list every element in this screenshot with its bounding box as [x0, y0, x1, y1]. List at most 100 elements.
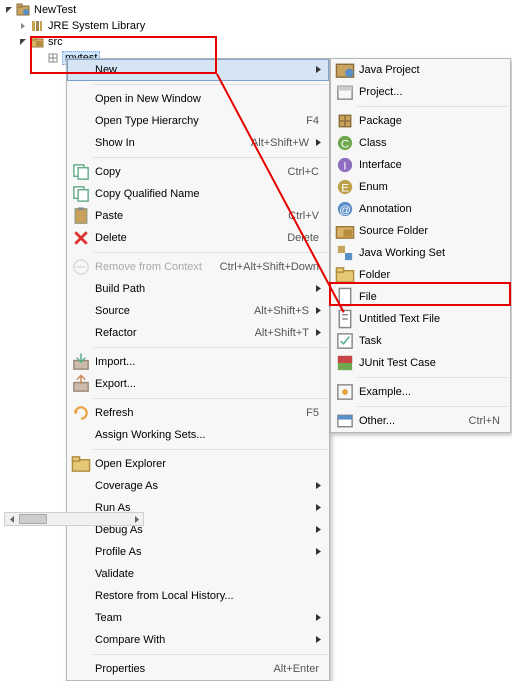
submenu-item-package[interactable]: Package: [331, 110, 510, 132]
menu-item-compare-with[interactable]: Compare With: [67, 629, 329, 651]
menu-separator: [93, 654, 327, 655]
menu-item-remove-context: Remove from ContextCtrl+Alt+Shift+Down: [67, 256, 329, 278]
menu-item-open-new-window[interactable]: Open in New Window: [67, 88, 329, 110]
java-project-icon: [335, 62, 355, 78]
java-project-icon: [16, 3, 30, 17]
wizard-icon: [335, 413, 355, 429]
menu-separator: [357, 406, 508, 407]
text-file-icon: [335, 311, 355, 327]
folder-icon: [335, 267, 355, 283]
project-icon: [335, 84, 355, 100]
scroll-thumb[interactable]: [19, 514, 47, 524]
menu-item-validate[interactable]: Validate: [67, 563, 329, 585]
import-icon: [71, 354, 91, 370]
menu-item-profile-as[interactable]: Profile As: [67, 541, 329, 563]
copy-qualified-icon: [71, 186, 91, 202]
submenu-arrow-icon: [315, 283, 325, 295]
menu-item-copy[interactable]: CopyCtrl+C: [67, 161, 329, 183]
menu-item-paste[interactable]: PasteCtrl+V: [67, 205, 329, 227]
menu-separator: [93, 157, 327, 158]
submenu-arrow-icon: [315, 327, 325, 339]
menu-item-open-explorer[interactable]: Open Explorer: [67, 453, 329, 475]
context-menu: New Open in New Window Open Type Hierarc…: [66, 58, 330, 681]
menu-item-refactor[interactable]: RefactorAlt+Shift+T: [67, 322, 329, 344]
scroll-right-button[interactable]: [129, 513, 143, 525]
submenu-arrow-icon: [315, 502, 325, 514]
submenu-arrow-icon: [315, 480, 325, 492]
tree-label: NewTest: [32, 4, 78, 16]
junit-icon: [335, 355, 355, 371]
menu-item-new[interactable]: New: [67, 59, 329, 81]
menu-item-open-type-hierarchy[interactable]: Open Type HierarchyF4: [67, 110, 329, 132]
folder-icon: [71, 456, 91, 472]
submenu-item-junit[interactable]: JUnit Test Case: [331, 352, 510, 374]
file-icon: [335, 289, 355, 305]
new-submenu: Java Project Project... Package CClass I…: [330, 58, 511, 433]
source-folder-icon: [335, 223, 355, 239]
scroll-left-button[interactable]: [5, 513, 19, 525]
menu-item-export[interactable]: Export...: [67, 373, 329, 395]
task-icon: [335, 333, 355, 349]
svg-text:@: @: [339, 204, 351, 216]
submenu-item-folder[interactable]: Folder: [331, 264, 510, 286]
menu-item-show-in[interactable]: Show InAlt+Shift+W: [67, 132, 329, 154]
submenu-item-example[interactable]: Example...: [331, 381, 510, 403]
svg-text:C: C: [341, 138, 349, 150]
menu-separator: [93, 398, 327, 399]
menu-separator: [357, 106, 508, 107]
submenu-arrow-icon: [315, 64, 325, 76]
submenu-arrow-icon: [315, 612, 325, 624]
submenu-item-task[interactable]: Task: [331, 330, 510, 352]
submenu-item-untitled-text[interactable]: Untitled Text File: [331, 308, 510, 330]
submenu-item-java-working-set[interactable]: Java Working Set: [331, 242, 510, 264]
menu-item-assign-working-sets[interactable]: Assign Working Sets...: [67, 424, 329, 446]
horizontal-scrollbar[interactable]: [4, 512, 144, 526]
menu-separator: [93, 347, 327, 348]
source-folder-icon: [30, 35, 44, 49]
refresh-icon: [71, 405, 91, 421]
expand-arrow-icon[interactable]: [4, 5, 14, 15]
scroll-track[interactable]: [19, 513, 129, 525]
menu-item-source[interactable]: SourceAlt+Shift+S: [67, 300, 329, 322]
submenu-item-file[interactable]: File: [331, 286, 510, 308]
tree-node-jre[interactable]: JRE System Library: [4, 18, 147, 34]
menu-item-team[interactable]: Team: [67, 607, 329, 629]
collapse-arrow-icon[interactable]: [18, 21, 28, 31]
submenu-item-java-project[interactable]: Java Project: [331, 59, 510, 81]
submenu-item-project[interactable]: Project...: [331, 81, 510, 103]
export-icon: [71, 376, 91, 392]
paste-icon: [71, 208, 91, 224]
svg-text:I: I: [343, 160, 346, 172]
svg-text:E: E: [341, 182, 349, 194]
submenu-arrow-icon: [315, 634, 325, 646]
submenu-item-class[interactable]: CClass: [331, 132, 510, 154]
submenu-item-interface[interactable]: IInterface: [331, 154, 510, 176]
package-icon: [335, 113, 355, 129]
menu-item-import[interactable]: Import...: [67, 351, 329, 373]
menu-item-properties[interactable]: PropertiesAlt+Enter: [67, 658, 329, 680]
submenu-item-enum[interactable]: EEnum: [331, 176, 510, 198]
tree-label: JRE System Library: [46, 20, 147, 32]
menu-item-restore-history[interactable]: Restore from Local History...: [67, 585, 329, 607]
package-explorer-tree: NewTest JRE System Library src mytest: [4, 2, 147, 66]
submenu-item-source-folder[interactable]: Source Folder: [331, 220, 510, 242]
tree-node-project[interactable]: NewTest: [4, 2, 147, 18]
working-set-icon: [335, 245, 355, 261]
class-icon: C: [335, 135, 355, 151]
menu-item-delete[interactable]: DeleteDelete: [67, 227, 329, 249]
interface-icon: I: [335, 157, 355, 173]
tree-node-src[interactable]: src: [4, 34, 147, 50]
package-icon: [46, 51, 60, 65]
enum-icon: E: [335, 179, 355, 195]
expand-arrow-icon[interactable]: [18, 37, 28, 47]
submenu-arrow-icon: [315, 524, 325, 536]
menu-item-refresh[interactable]: RefreshF5: [67, 402, 329, 424]
menu-item-build-path[interactable]: Build Path: [67, 278, 329, 300]
menu-item-copy-qualified[interactable]: Copy Qualified Name: [67, 183, 329, 205]
submenu-item-other[interactable]: Other...Ctrl+N: [331, 410, 510, 432]
submenu-item-annotation[interactable]: @Annotation: [331, 198, 510, 220]
annotation-icon: @: [335, 201, 355, 217]
menu-item-coverage-as[interactable]: Coverage As: [67, 475, 329, 497]
example-icon: [335, 384, 355, 400]
tree-label: src: [46, 36, 65, 48]
